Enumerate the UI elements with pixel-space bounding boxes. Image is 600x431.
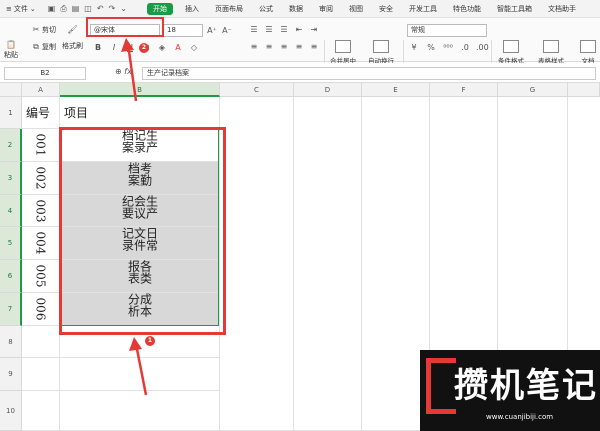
arrow-up-to-font-box	[121, 38, 138, 102]
watermark-bracket-icon	[426, 358, 456, 414]
watermark-title: 攒机笔记	[454, 366, 598, 406]
watermark-url: www.cuanjibiji.com	[486, 413, 554, 421]
watermark-logo: 攒机笔记 www.cuanjibiji.com	[420, 350, 600, 431]
arrow-up-to-column-b	[129, 337, 148, 396]
